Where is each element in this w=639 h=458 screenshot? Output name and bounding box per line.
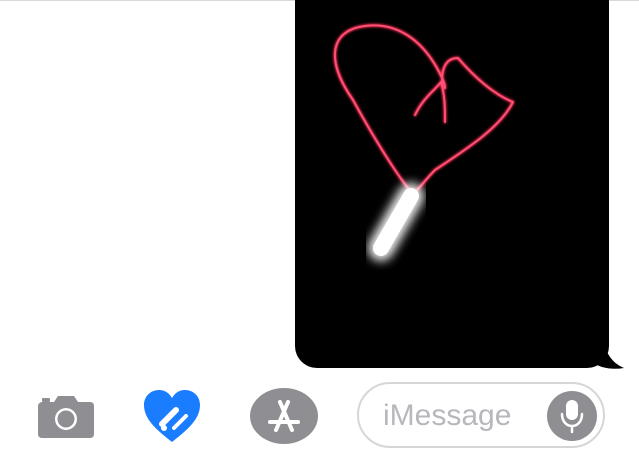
imessage-input[interactable]: iMessage xyxy=(357,382,605,448)
camera-icon xyxy=(38,396,94,438)
digital-touch-heart-icon xyxy=(144,390,200,442)
heart-sketch xyxy=(333,23,515,261)
digital-touch-button[interactable] xyxy=(140,388,204,444)
app-store-button[interactable] xyxy=(250,388,318,444)
microphone-button[interactable] xyxy=(547,391,597,441)
camera-button[interactable] xyxy=(36,392,96,440)
microphone-icon xyxy=(560,400,584,434)
compose-toolbar: iMessage xyxy=(0,372,639,458)
bubble-tail xyxy=(590,336,624,369)
messages-screen: iMessage xyxy=(0,0,639,458)
sketch-message-bubble[interactable] xyxy=(295,0,609,368)
app-store-icon xyxy=(250,388,318,444)
imessage-placeholder: iMessage xyxy=(383,399,512,432)
